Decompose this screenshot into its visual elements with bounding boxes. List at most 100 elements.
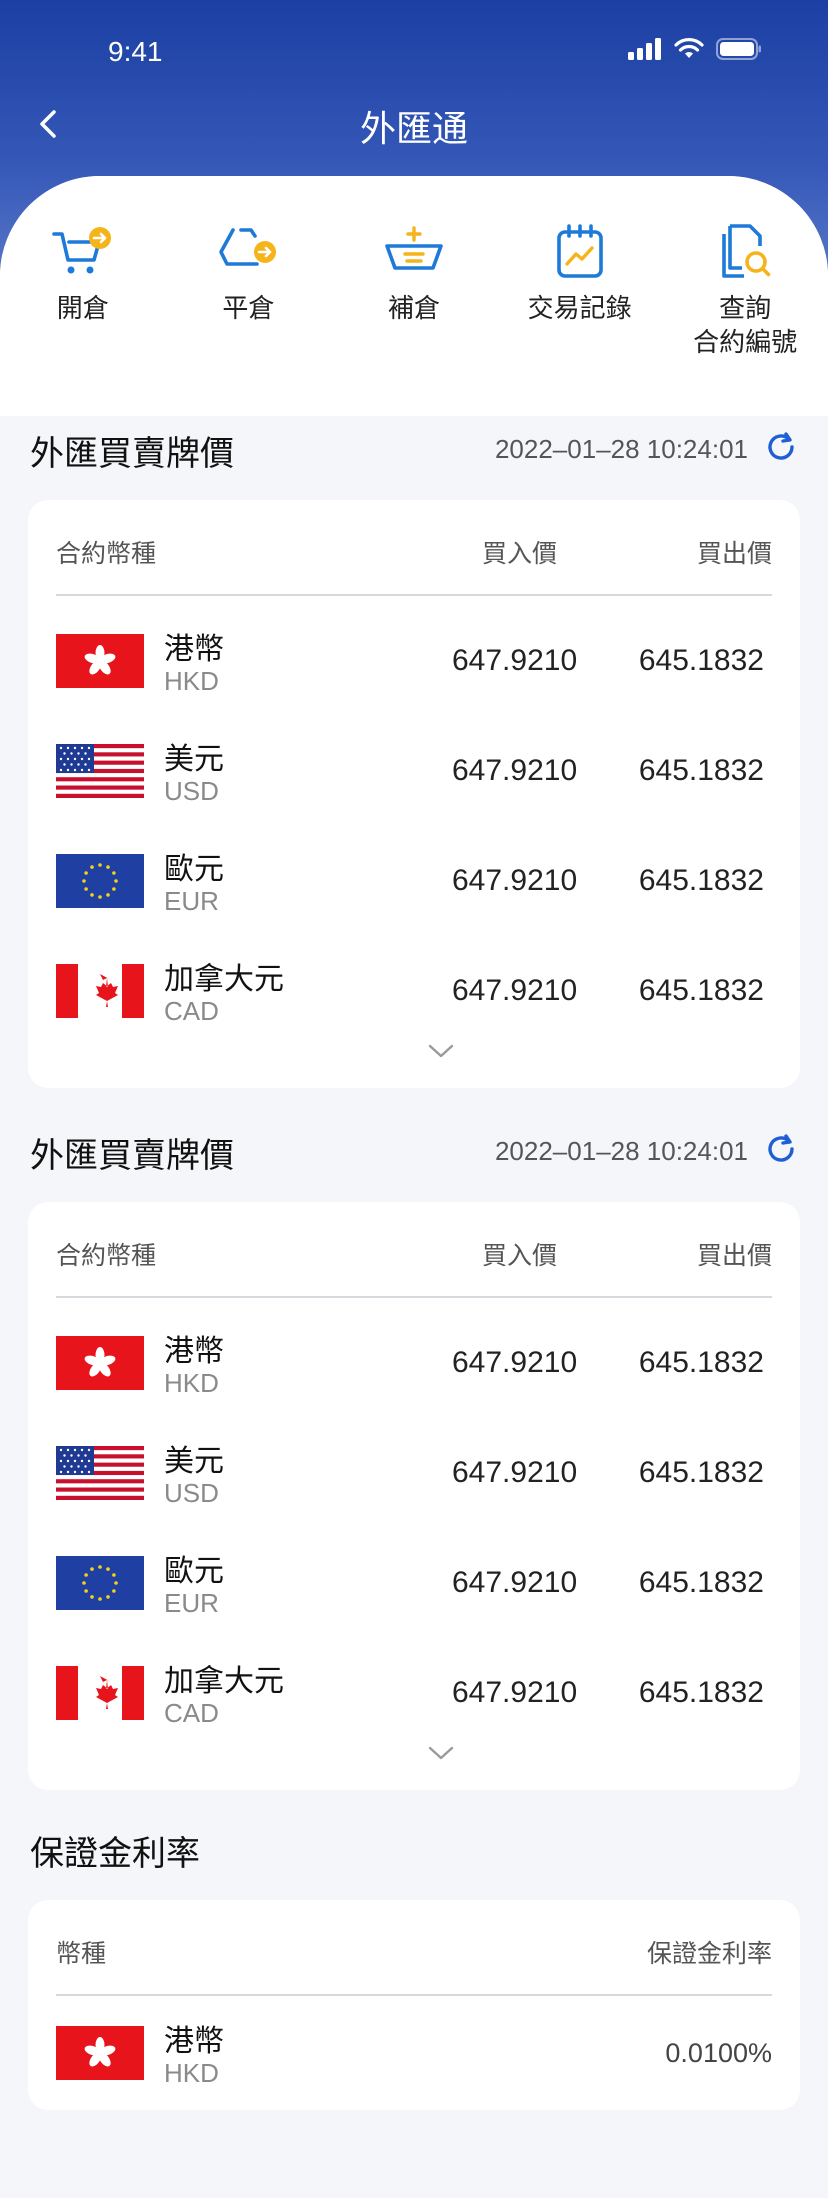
eu-flag-icon — [56, 1556, 144, 1610]
search-contract-button[interactable]: 查詢 合約編號 — [662, 222, 828, 382]
table-row[interactable]: 加拿大元 CAD 647.9210 645.1832 — [56, 940, 772, 1050]
trade-record-icon — [556, 224, 603, 278]
open-position-button[interactable]: 開倉 — [0, 222, 166, 382]
chevron-down-icon[interactable] — [426, 1040, 456, 1060]
buy-price: 647.9210 — [452, 864, 578, 897]
header-buy: 買入價 — [482, 1241, 558, 1270]
header-currency: 幣種 — [56, 1939, 107, 1968]
buy-price: 647.9210 — [452, 1456, 578, 1489]
section-title: 保證金利率 — [30, 1834, 200, 1874]
table-header: 幣種 保證金利率 — [56, 1900, 772, 1996]
header-currency: 合約幣種 — [56, 1241, 157, 1270]
table-row[interactable]: 美元 USD 647.9210 645.1832 — [56, 1422, 772, 1532]
buy-price: 647.9210 — [452, 1346, 578, 1379]
us-flag-icon — [56, 1446, 144, 1500]
content-sheet — [0, 176, 828, 2198]
table-header: 合約幣種 買入價 買出價 — [56, 500, 772, 596]
margin-rate: 0.0100% — [665, 2038, 772, 2068]
open-position-icon — [51, 227, 111, 274]
buy-price: 647.9210 — [452, 1566, 578, 1599]
ca-flag-icon — [56, 1666, 144, 1720]
close-position-button[interactable]: 平倉 — [166, 222, 332, 382]
currency-name: 美元 — [164, 1444, 224, 1479]
currency-code: HKD — [164, 1368, 219, 1398]
currency-name: 加拿大元 — [164, 1664, 284, 1699]
currency-code: USD — [164, 776, 219, 806]
sell-price: 645.1832 — [638, 1346, 764, 1379]
top-up-button[interactable]: 補倉 — [331, 222, 497, 382]
rate-section-header: 外匯買賣牌價 2022–01–28 10:24:01 — [30, 426, 798, 476]
margin-card: 幣種 保證金利率 港幣 HKD 0.0100% — [28, 1900, 800, 2110]
battery-icon — [716, 38, 761, 60]
header-sell: 買出價 — [696, 539, 772, 568]
table-row[interactable]: 歐元 EUR 647.9210 645.1832 — [56, 1532, 772, 1642]
sell-price: 645.1832 — [638, 754, 764, 787]
search-contract-icon — [722, 224, 771, 278]
currency-code: EUR — [164, 1588, 219, 1618]
chevron-down-icon[interactable] — [426, 1742, 456, 1762]
header-margin-rate: 保證金利率 — [646, 1939, 772, 1968]
trade-record-button[interactable]: 交易記錄 — [497, 222, 663, 382]
header-sell: 買出價 — [696, 1241, 772, 1270]
rate-section-header: 外匯買賣牌價 2022–01–28 10:24:01 — [30, 1128, 798, 1178]
signal-icon — [628, 38, 661, 60]
currency-name: 港幣 — [164, 632, 224, 667]
header-buy: 買入價 — [482, 539, 558, 568]
section-timestamp: 2022–01–28 10:24:01 — [494, 1136, 748, 1166]
table-row[interactable]: 港幣 HKD 647.9210 645.1832 — [56, 1312, 772, 1422]
currency-code: CAD — [164, 1698, 219, 1728]
buy-price: 647.9210 — [452, 974, 578, 1007]
trade-record-label: 交易記錄 — [527, 294, 632, 324]
refresh-icon[interactable] — [764, 430, 798, 464]
quick-actions: 開倉 平倉 補倉 交易記錄 查詢 合約編號 — [0, 222, 828, 382]
currency-name: 加拿大元 — [164, 962, 284, 997]
sell-price: 645.1832 — [638, 644, 764, 677]
header-currency: 合約幣種 — [56, 539, 157, 568]
currency-name: 歐元 — [164, 1554, 224, 1589]
close-position-icon — [219, 228, 277, 266]
table-row[interactable]: 港幣 HKD 0.0100% — [56, 2002, 772, 2112]
margin-section-header: 保證金利率 — [30, 1826, 798, 1876]
rate-card: 合約幣種 買入價 買出價 港幣 HKD 647.9210 645.1832 美元… — [28, 1202, 800, 1790]
table-header: 合約幣種 買入價 買出價 — [56, 1202, 772, 1298]
section-title: 外匯買賣牌價 — [30, 1136, 234, 1176]
section-title: 外匯買賣牌價 — [30, 434, 234, 474]
page-title: 外匯通 — [359, 109, 468, 150]
sell-price: 645.1832 — [638, 1566, 764, 1599]
open-position-label: 開倉 — [56, 294, 109, 324]
table-row[interactable]: 加拿大元 CAD 647.9210 645.1832 — [56, 1642, 772, 1752]
table-row[interactable]: 港幣 HKD 647.9210 645.1832 — [56, 610, 772, 720]
currency-code: EUR — [164, 886, 219, 916]
eu-flag-icon — [56, 854, 144, 908]
refresh-icon[interactable] — [764, 1132, 798, 1166]
top-up-icon — [385, 226, 443, 270]
currency-name: 港幣 — [164, 1334, 224, 1369]
ca-flag-icon — [56, 964, 144, 1018]
currency-code: USD — [164, 1478, 219, 1508]
hk-flag-icon — [56, 1336, 144, 1390]
sell-price: 645.1832 — [638, 1676, 764, 1709]
hk-flag-icon — [56, 2026, 144, 2080]
currency-code: HKD — [164, 666, 219, 696]
close-position-label: 平倉 — [222, 294, 275, 324]
table-row[interactable]: 美元 USD 647.9210 645.1832 — [56, 720, 772, 830]
currency-code: HKD — [164, 2058, 219, 2088]
section-timestamp: 2022–01–28 10:24:01 — [494, 434, 748, 464]
wifi-icon — [674, 38, 704, 58]
hk-flag-icon — [56, 634, 144, 688]
currency-name: 美元 — [164, 742, 224, 777]
sell-price: 645.1832 — [638, 974, 764, 1007]
currency-code: CAD — [164, 996, 219, 1026]
sell-price: 645.1832 — [638, 1456, 764, 1489]
buy-price: 647.9210 — [452, 1676, 578, 1709]
buy-price: 647.9210 — [452, 754, 578, 787]
sell-price: 645.1832 — [638, 864, 764, 897]
us-flag-icon — [56, 744, 144, 798]
rate-card: 合約幣種 買入價 買出價 港幣 HKD 647.9210 645.1832 美元… — [28, 500, 800, 1088]
currency-name: 歐元 — [164, 852, 224, 887]
table-row[interactable]: 歐元 EUR 647.9210 645.1832 — [56, 830, 772, 940]
search-contract-label: 查詢 合約編號 — [693, 294, 798, 358]
buy-price: 647.9210 — [452, 644, 578, 677]
currency-name: 港幣 — [164, 2024, 224, 2059]
top-up-label: 補倉 — [387, 294, 440, 324]
